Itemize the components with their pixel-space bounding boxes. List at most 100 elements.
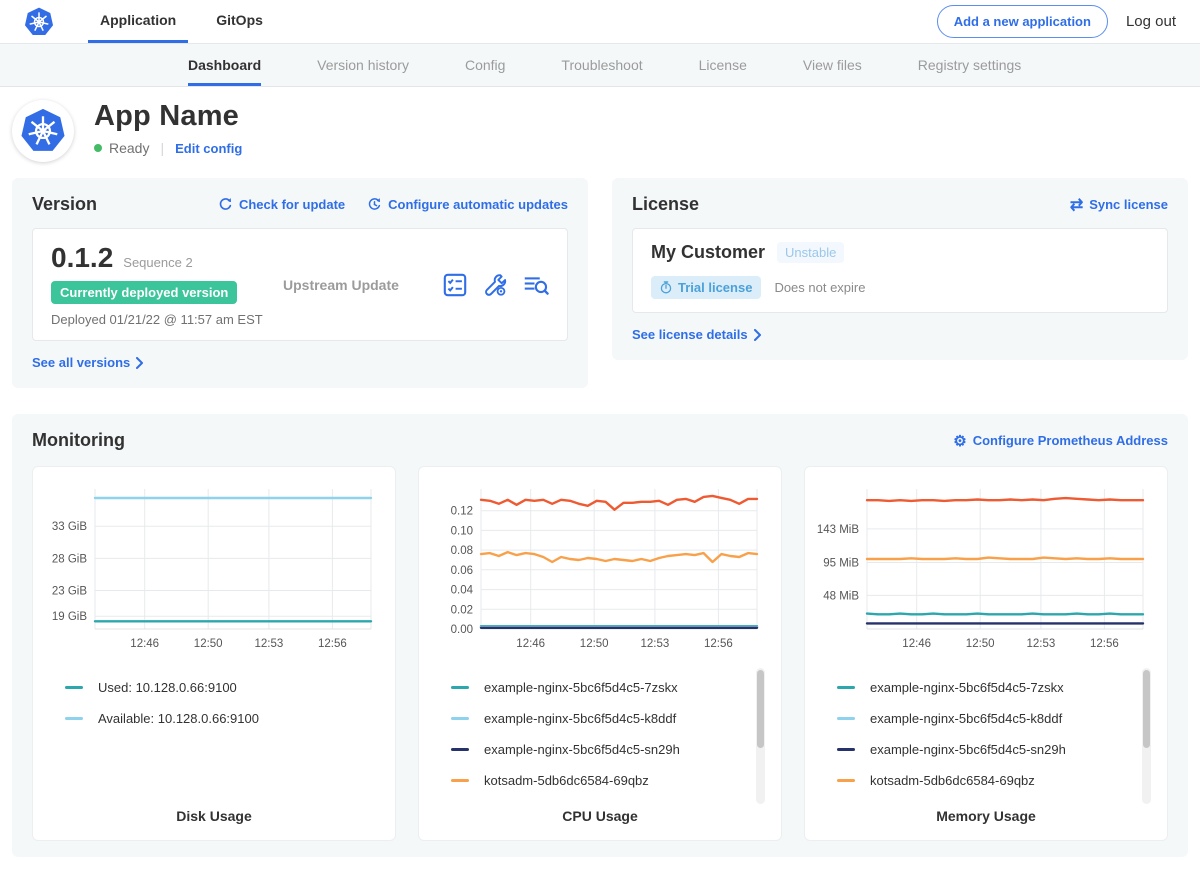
legend-scrollbar[interactable]	[756, 668, 765, 804]
monitoring-title: Monitoring	[32, 430, 125, 451]
view-diff-logs-icon[interactable]	[523, 273, 549, 297]
legend-item: kotsadm-5db6dc6584-69qbz	[837, 765, 1145, 796]
sync-license-label: Sync license	[1089, 197, 1168, 212]
legend-label: example-nginx-5bc6f5d4c5-sn29h	[870, 742, 1066, 757]
see-all-versions-label: See all versions	[32, 355, 130, 370]
see-license-details-label: See license details	[632, 327, 748, 342]
legend-swatch	[65, 686, 83, 689]
configure-prometheus-link[interactable]: ⚙ Configure Prometheus Address	[953, 432, 1168, 450]
deployed-timestamp: Deployed 01/21/22 @ 11:57 am EST	[51, 312, 283, 327]
customer-name: My Customer	[651, 242, 765, 263]
refresh-icon	[218, 197, 233, 212]
divider: |	[160, 140, 164, 156]
svg-text:0.06: 0.06	[451, 565, 473, 577]
sequence-label: Sequence 2	[123, 255, 192, 270]
legend-scrollbar-thumb[interactable]	[757, 670, 764, 748]
svg-text:0.12: 0.12	[451, 506, 473, 518]
legend-label: example-nginx-5bc6f5d4c5-k8ddf	[870, 711, 1062, 726]
disk-usage-legend: Used: 10.128.0.66:9100 Available: 10.128.…	[65, 672, 373, 734]
svg-text:12:50: 12:50	[194, 638, 223, 650]
legend-label: example-nginx-5bc6f5d4c5-7zskx	[484, 680, 678, 695]
svg-text:12:46: 12:46	[516, 638, 545, 650]
svg-text:12:50: 12:50	[966, 638, 995, 650]
stopwatch-icon	[660, 281, 672, 294]
nav-tab-application[interactable]: Application	[88, 0, 188, 43]
chart-title-memory: Memory Usage	[813, 796, 1159, 840]
channel-badge: Unstable	[777, 242, 844, 263]
tab-config[interactable]: Config	[465, 57, 505, 86]
logout-link[interactable]: Log out	[1126, 13, 1176, 30]
version-card: Version Check for update	[12, 178, 588, 388]
disk-usage-chart: 33 GiB28 GiB23 GiB19 GiB12:4612:5012:531…	[41, 477, 387, 662]
legend-label: example-nginx-5bc6f5d4c5-7zskx	[870, 680, 1064, 695]
edit-config-link[interactable]: Edit config	[175, 141, 242, 156]
add-new-application-button[interactable]: Add a new application	[937, 5, 1108, 38]
legend-item: Available: 10.128.0.66:9100	[65, 703, 373, 734]
check-for-update-label: Check for update	[239, 197, 345, 212]
memory-usage-legend: example-nginx-5bc6f5d4c5-7zskx example-ng…	[837, 672, 1145, 796]
app-logo	[12, 100, 74, 162]
legend-swatch	[837, 686, 855, 689]
legend-swatch	[451, 686, 469, 689]
app-header: App Name Ready | Edit config	[0, 87, 1200, 176]
version-card-title: Version	[32, 194, 97, 215]
chart-title-disk: Disk Usage	[41, 796, 387, 840]
trial-license-label: Trial license	[678, 280, 752, 295]
svg-text:19 GiB: 19 GiB	[52, 611, 87, 623]
legend-item: example-nginx-5bc6f5d4c5-sn29h	[837, 734, 1145, 765]
svg-text:23 GiB: 23 GiB	[52, 586, 87, 598]
tab-registry-settings[interactable]: Registry settings	[918, 57, 1021, 86]
tab-troubleshoot[interactable]: Troubleshoot	[561, 57, 642, 86]
nav-tab-gitops[interactable]: GitOps	[204, 0, 275, 43]
app-sub-nav: Dashboard Version history Config Trouble…	[0, 44, 1200, 87]
tab-license[interactable]: License	[699, 57, 747, 86]
chevron-right-icon	[753, 329, 762, 341]
svg-text:12:56: 12:56	[1090, 638, 1119, 650]
svg-text:95 MiB: 95 MiB	[823, 558, 859, 570]
memory-usage-chart-card: 143 MiB95 MiB48 MiB12:4612:5012:5312:56 …	[804, 466, 1168, 841]
legend-swatch	[65, 717, 83, 720]
legend-swatch	[451, 717, 469, 720]
legend-scrollbar-thumb[interactable]	[1143, 670, 1150, 748]
legend-swatch	[451, 748, 469, 751]
currently-deployed-badge: Currently deployed version	[51, 281, 237, 304]
legend-label: kotsadm-5db6dc6584-69qbz	[870, 773, 1035, 788]
svg-text:33 GiB: 33 GiB	[52, 521, 87, 533]
edit-config-wrench-icon[interactable]	[483, 273, 507, 297]
license-card: License ⇄ Sync license My Customer Unsta…	[612, 178, 1188, 360]
svg-text:12:53: 12:53	[255, 638, 284, 650]
svg-text:12:46: 12:46	[902, 638, 931, 650]
expiry-label: Does not expire	[774, 280, 865, 295]
tab-view-files[interactable]: View files	[803, 57, 862, 86]
kubernetes-logo[interactable]	[24, 0, 54, 43]
configure-automatic-updates-label: Configure automatic updates	[388, 197, 568, 212]
license-card-title: License	[632, 194, 699, 215]
svg-text:0.08: 0.08	[451, 545, 473, 557]
preflight-checks-icon[interactable]	[443, 273, 467, 297]
legend-scrollbar[interactable]	[1142, 668, 1151, 804]
kubernetes-logo-icon	[24, 7, 54, 37]
configure-automatic-updates-link[interactable]: Configure automatic updates	[367, 197, 568, 212]
see-all-versions-link[interactable]: See all versions	[32, 355, 144, 370]
legend-swatch	[837, 748, 855, 751]
tab-version-history[interactable]: Version history	[317, 57, 409, 86]
see-license-details-link[interactable]: See license details	[632, 327, 762, 342]
cpu-usage-legend: example-nginx-5bc6f5d4c5-7zskx example-ng…	[451, 672, 759, 796]
svg-text:143 MiB: 143 MiB	[817, 524, 860, 536]
legend-swatch	[837, 717, 855, 720]
svg-text:12:53: 12:53	[641, 638, 670, 650]
svg-text:0.10: 0.10	[451, 525, 473, 537]
svg-text:12:50: 12:50	[580, 638, 609, 650]
check-for-update-link[interactable]: Check for update	[218, 197, 345, 212]
tab-dashboard[interactable]: Dashboard	[188, 57, 261, 86]
release-type-label: Upstream Update	[283, 277, 443, 293]
svg-text:28 GiB: 28 GiB	[52, 553, 87, 565]
legend-item: example-nginx-5bc6f5d4c5-7zskx	[451, 672, 759, 703]
sync-license-link[interactable]: ⇄ Sync license	[1070, 195, 1168, 215]
gear-icon: ⚙	[953, 432, 966, 450]
trial-license-badge: Trial license	[651, 276, 761, 299]
legend-item: example-nginx-5bc6f5d4c5-7zskx	[837, 672, 1145, 703]
legend-item: example-nginx-5bc6f5d4c5-k8ddf	[451, 703, 759, 734]
legend-label: Used: 10.128.0.66:9100	[98, 680, 237, 695]
legend-label: kotsadm-5db6dc6584-69qbz	[484, 773, 649, 788]
